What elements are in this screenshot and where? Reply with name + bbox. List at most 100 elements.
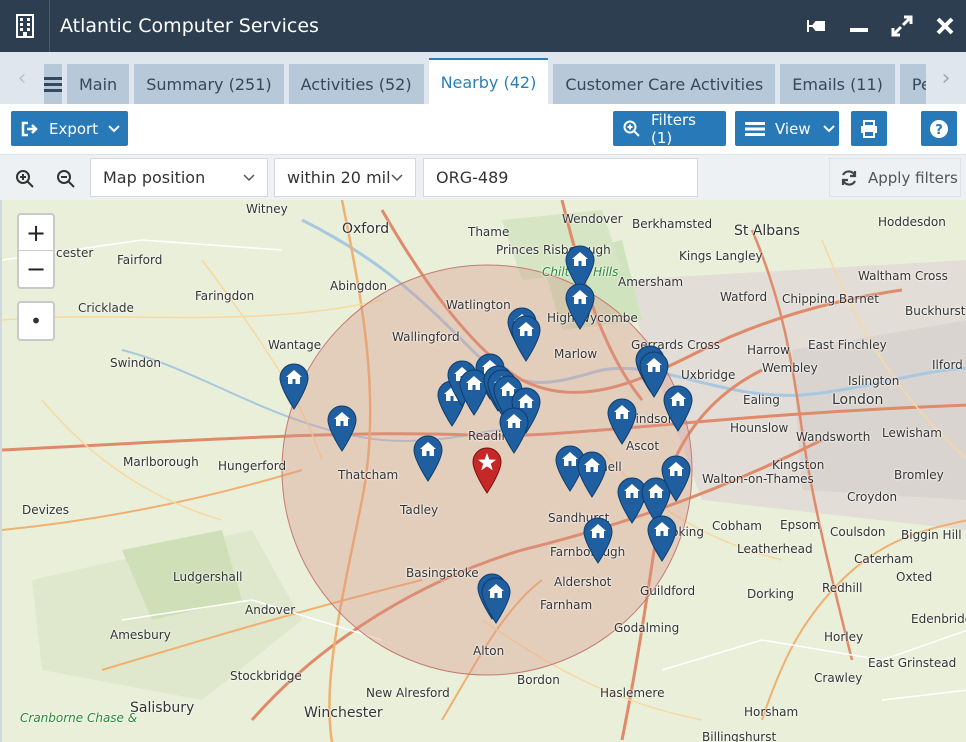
distance-value: within 20 mil (287, 168, 391, 187)
svg-text:?: ? (935, 123, 943, 138)
tab-emails[interactable]: Emails (11) (780, 64, 895, 104)
location-marker-house-icon[interactable] (576, 450, 608, 498)
place-label: Amersham (618, 275, 684, 289)
place-label: Walton-on-Thames (702, 472, 814, 486)
map-position-select[interactable]: Map position (90, 158, 268, 197)
place-label: Fairford (117, 253, 163, 267)
place-label: Abingdon (330, 279, 387, 293)
close-icon[interactable] (923, 0, 966, 52)
help-button[interactable]: ? (921, 111, 957, 146)
place-label: Dorking (747, 587, 795, 601)
place-label: Harrow (747, 343, 790, 357)
place-label: Aldershot (554, 575, 612, 589)
maximize-icon[interactable] (880, 0, 923, 52)
zoom-out-icon[interactable] (50, 163, 82, 195)
tab-activities[interactable]: Activities (52) (288, 64, 424, 104)
place-label: Watlington (446, 298, 511, 312)
tab-customer-care-activities[interactable]: Customer Care Activities (553, 64, 776, 104)
map-zoom-out-button[interactable]: − (19, 251, 53, 287)
location-marker-house-icon[interactable] (564, 282, 596, 330)
filters-label: Filters (1) (651, 110, 696, 147)
place-label: Uxbridge (681, 368, 736, 382)
map-view[interactable]: Witney Oxford Thame Wendover Berkhamsted… (0, 200, 966, 742)
place-label: Swindon (110, 356, 161, 370)
place-label: Horsham (744, 705, 799, 719)
apply-filters-label: Apply filters (868, 168, 958, 187)
location-marker-house-icon[interactable] (582, 516, 614, 564)
place-label: Crawley (814, 671, 863, 685)
place-label: Tadley (400, 503, 439, 517)
place-label: New Alresford (366, 686, 450, 700)
tabs-scroll-left-icon[interactable]: ‹ (0, 52, 44, 104)
list-icon (745, 121, 765, 136)
tab-menu-button[interactable] (44, 64, 62, 104)
apply-filters-button[interactable]: Apply filters (829, 158, 961, 197)
print-button[interactable] (851, 111, 887, 146)
place-label: Biggin Hill (901, 528, 962, 542)
chevron-down-icon (391, 173, 403, 181)
location-marker-house-icon[interactable] (480, 576, 512, 624)
location-marker-house-icon[interactable] (510, 314, 542, 362)
organisation-value: ORG-489 (436, 168, 509, 187)
location-marker-house-icon[interactable] (326, 404, 358, 452)
building-icon (0, 0, 50, 52)
location-marker-house-icon[interactable] (606, 397, 638, 445)
location-marker-house-icon[interactable] (662, 384, 694, 432)
minimize-icon[interactable] (837, 0, 880, 52)
title-bar: Atlantic Computer Services (0, 0, 966, 52)
export-button[interactable]: Export (11, 111, 128, 146)
map-position-value: Map position (103, 168, 206, 187)
location-marker-house-icon[interactable] (412, 434, 444, 482)
place-label: Bromley (894, 468, 944, 482)
chevron-down-icon (243, 173, 255, 181)
place-label: Wallingford (392, 330, 460, 344)
map-zoom-in-button[interactable]: + (19, 215, 53, 251)
place-label: Berkhamsted (632, 217, 713, 231)
pin-icon[interactable] (794, 0, 837, 52)
place-label: Alton (473, 644, 505, 658)
tabs-scroll-right-icon[interactable]: › (926, 52, 966, 104)
place-label: Kings Langley (679, 249, 763, 263)
export-icon (21, 121, 38, 136)
location-marker-house-icon[interactable] (646, 514, 678, 562)
place-label: Cranborne Chase & (20, 711, 138, 725)
filter-bar: Map position within 20 mil ORG-489 Apply… (0, 154, 966, 200)
place-label: Devizes (22, 503, 69, 517)
tab-main[interactable]: Main (67, 64, 130, 104)
tab-people[interactable]: People (7 (899, 64, 926, 104)
center-marker-star-icon[interactable] (471, 446, 503, 494)
place-label: Thame (468, 225, 510, 239)
place-label: Oxted (896, 570, 933, 584)
view-button[interactable]: View (735, 111, 839, 146)
place-label: Andover (245, 603, 296, 617)
place-label: Faringdon (195, 289, 255, 303)
filters-button[interactable]: Filters (1) (613, 110, 726, 147)
place-label: Horley (824, 630, 864, 644)
place-label: Amesbury (110, 628, 171, 642)
distance-select[interactable]: within 20 mil (274, 158, 416, 197)
place-label: Godalming (614, 621, 680, 635)
place-label: Stockbridge (230, 669, 302, 683)
place-label: Thatcham (338, 468, 399, 482)
place-label: Ealing (743, 393, 780, 407)
map-locate-button[interactable]: • (17, 301, 55, 341)
chevron-down-icon (822, 124, 835, 132)
place-label: Hounslow (730, 421, 789, 435)
place-label: St Albans (734, 223, 800, 239)
place-label: Cricklade (78, 301, 134, 315)
organisation-input[interactable]: ORG-489 (423, 158, 698, 197)
tab-nearby[interactable]: Nearby (42) (428, 58, 549, 104)
place-label: London (832, 392, 884, 408)
place-label: Edenbridge (911, 612, 966, 626)
place-label: Basingstoke (406, 566, 479, 580)
place-label: Hoddesdon (878, 215, 946, 229)
place-label: Winchester (304, 705, 383, 721)
tab-summary[interactable]: Summary (251) (134, 64, 284, 104)
zoom-in-icon[interactable] (9, 163, 41, 195)
place-label: East Finchley (808, 338, 887, 352)
location-marker-house-icon[interactable] (278, 362, 310, 410)
location-marker-house-icon[interactable] (660, 454, 692, 502)
place-label: Islington (848, 374, 900, 388)
place-label: Salisbury (130, 700, 195, 716)
place-label: Marlborough (123, 455, 199, 469)
